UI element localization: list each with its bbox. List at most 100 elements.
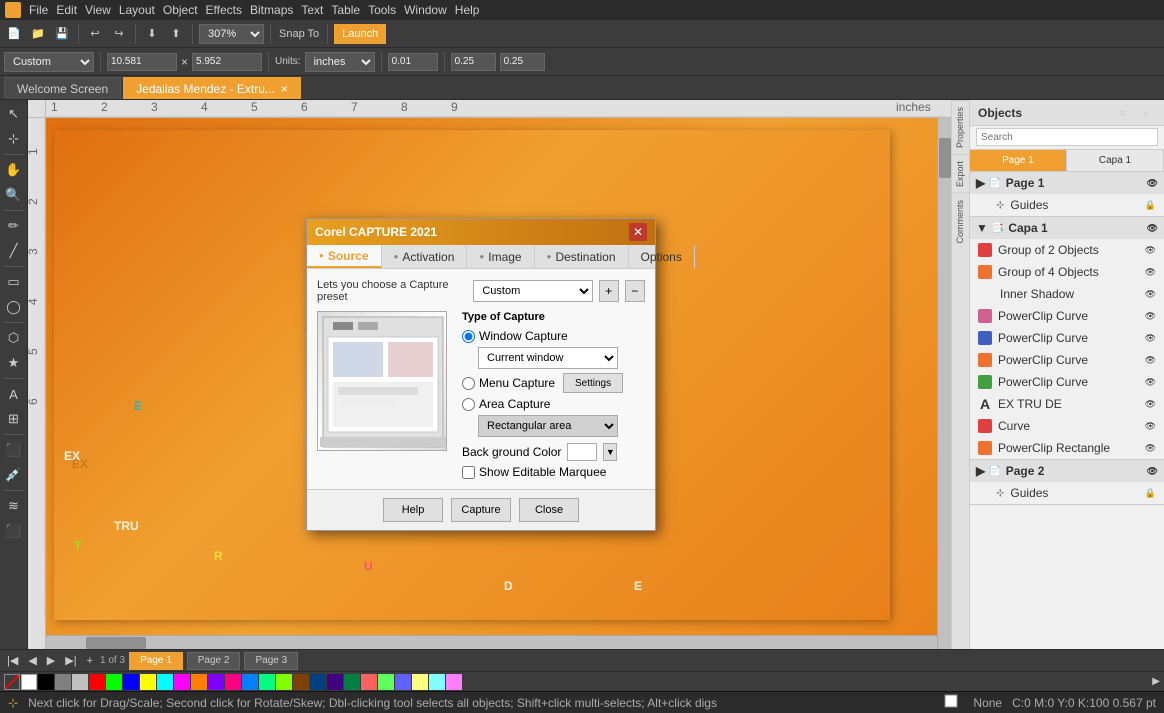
open-btn[interactable]: 📁 [28, 24, 48, 44]
show-marquee-checkbox[interactable] [462, 466, 475, 479]
group4-visibility[interactable]: 👁 [1145, 267, 1156, 278]
menu-capture-radio[interactable] [462, 377, 475, 390]
page1-tab-btn[interactable]: Page 1 [129, 652, 183, 670]
bg-color-swatch[interactable] [567, 443, 597, 461]
extrude-tool[interactable]: ⬛ [2, 519, 26, 543]
menu-file[interactable]: File [29, 3, 48, 17]
help-btn[interactable]: Help [383, 498, 443, 522]
lightmagenta-swatch[interactable] [446, 674, 462, 690]
no-fill-swatch[interactable] [4, 674, 20, 690]
menu-layout[interactable]: Layout [119, 3, 155, 17]
val2-input[interactable] [500, 53, 545, 71]
guides2-item[interactable]: ⊹ Guides 🔒 [970, 482, 1164, 504]
export-btn[interactable]: ⬆ [166, 24, 186, 44]
powerclip1-item[interactable]: PowerClip Curve 👁 [970, 305, 1164, 327]
preset-add-btn[interactable]: + [599, 280, 619, 302]
area-type-select[interactable]: Rectangular area [478, 415, 618, 437]
black-swatch[interactable] [38, 674, 54, 690]
brown-swatch[interactable] [293, 674, 309, 690]
bg-color-arrow[interactable]: ▼ [603, 443, 617, 461]
subselect-tool[interactable]: ⊹ [2, 127, 26, 151]
purple-swatch[interactable] [208, 674, 224, 690]
nudge-input[interactable] [388, 53, 438, 71]
scrollbar-vertical[interactable] [937, 118, 951, 649]
inner-shadow-visibility[interactable]: 👁 [1145, 289, 1156, 300]
ellipse-tool[interactable]: ◯ [2, 295, 26, 319]
gray-swatch[interactable] [55, 674, 71, 690]
powerclip4-item[interactable]: PowerClip Curve 👁 [970, 371, 1164, 393]
tab-close-icon[interactable]: × [281, 82, 288, 96]
lightyellow-swatch[interactable] [412, 674, 428, 690]
export-tab[interactable]: Export [952, 154, 969, 193]
cornflower-swatch[interactable] [395, 674, 411, 690]
menu-help[interactable]: Help [455, 3, 480, 17]
guides-visibility[interactable]: 🔒 [1145, 200, 1156, 211]
capa1-section-header[interactable]: ▼ 📑 Capa 1 👁 [970, 217, 1164, 239]
undo-btn[interactable]: ↩ [85, 24, 105, 44]
group2-item[interactable]: Group of 2 Objects 👁 [970, 239, 1164, 261]
page3-tab-btn[interactable]: Page 3 [244, 652, 298, 670]
menu-tools[interactable]: Tools [368, 3, 396, 17]
snap-to-btn[interactable]: Snap To [277, 24, 321, 44]
menu-effects[interactable]: Effects [206, 3, 242, 17]
blue-swatch[interactable] [123, 674, 139, 690]
page-add-btn[interactable]: + [84, 655, 96, 667]
freehand-tool[interactable]: ✏ [2, 214, 26, 238]
redo-btn[interactable]: ↪ [109, 24, 129, 44]
menu-table[interactable]: Table [331, 3, 360, 17]
tab-document[interactable]: Jedalias Mendez - Extru... × [123, 77, 301, 99]
scrollbar-horizontal[interactable] [46, 635, 937, 649]
powerclip2-item[interactable]: PowerClip Curve 👁 [970, 327, 1164, 349]
cyan-swatch[interactable] [157, 674, 173, 690]
menu-view[interactable]: View [85, 3, 111, 17]
page1-visibility[interactable]: 👁 [1147, 178, 1158, 189]
group2-visibility[interactable]: 👁 [1145, 245, 1156, 256]
extrude-item[interactable]: A EX TRU DE 👁 [970, 393, 1164, 415]
close-btn[interactable]: Close [519, 498, 579, 522]
navy-swatch[interactable] [310, 674, 326, 690]
window-capture-radio[interactable] [462, 330, 475, 343]
preset-dropdown[interactable]: Custom [473, 280, 592, 302]
capa1-visibility[interactable]: 👁 [1147, 223, 1158, 234]
page-last-btn[interactable]: ▶| [62, 654, 79, 667]
star-tool[interactable]: ★ [2, 351, 26, 375]
dialog-close-btn[interactable]: ✕ [629, 223, 647, 241]
magenta-swatch[interactable] [174, 674, 190, 690]
tab-destination[interactable]: ● Destination [535, 245, 629, 268]
menu-bitmaps[interactable]: Bitmaps [250, 3, 293, 17]
inner-shadow-item[interactable]: Inner Shadow 👁 [970, 283, 1164, 305]
pan-tool[interactable]: ✋ [2, 158, 26, 182]
polygon-tool[interactable]: ⬡ [2, 326, 26, 350]
powerclip3-item[interactable]: PowerClip Curve 👁 [970, 349, 1164, 371]
panel-options-btn[interactable]: ≡ [1113, 103, 1133, 123]
capa1-tab[interactable]: Capa 1 [1067, 150, 1164, 171]
curve-visibility[interactable]: 👁 [1145, 421, 1156, 432]
extrude-visibility[interactable]: 👁 [1145, 399, 1156, 410]
eyedropper-tool[interactable]: 💉 [2, 463, 26, 487]
pc3-visibility[interactable]: 👁 [1145, 355, 1156, 366]
page-prev-btn[interactable]: ◀ [25, 654, 39, 667]
page-first-btn[interactable]: |◀ [4, 654, 21, 667]
yellow-swatch[interactable] [140, 674, 156, 690]
guides-item[interactable]: ⊹ Guides 🔒 [970, 194, 1164, 216]
zoom-select[interactable]: 307% [199, 24, 264, 44]
chartreuse-swatch[interactable] [276, 674, 292, 690]
page2-section-header[interactable]: ▶ 📄 Page 2 👁 [970, 460, 1164, 482]
curve-item[interactable]: Curve 👁 [970, 415, 1164, 437]
tab-image[interactable]: ● Image [467, 245, 534, 268]
new-btn[interactable]: 📄 [4, 24, 24, 44]
page2-visibility[interactable]: 👁 [1147, 466, 1158, 477]
preset-select[interactable]: Custom [4, 52, 94, 72]
comments-tab[interactable]: Comments [952, 193, 969, 250]
table-tool[interactable]: ⊞ [2, 407, 26, 431]
menu-edit[interactable]: Edit [56, 3, 77, 17]
preset-remove-btn[interactable]: − [625, 280, 645, 302]
capture-btn[interactable]: Capture [451, 498, 511, 522]
menu-window[interactable]: Window [404, 3, 447, 17]
fill-tool[interactable]: ⬛ [2, 438, 26, 462]
lime-swatch[interactable] [106, 674, 122, 690]
lightgreen-swatch[interactable] [378, 674, 394, 690]
pc2-visibility[interactable]: 👁 [1145, 333, 1156, 344]
silver-swatch[interactable] [72, 674, 88, 690]
page1-tab[interactable]: Page 1 [970, 150, 1067, 171]
